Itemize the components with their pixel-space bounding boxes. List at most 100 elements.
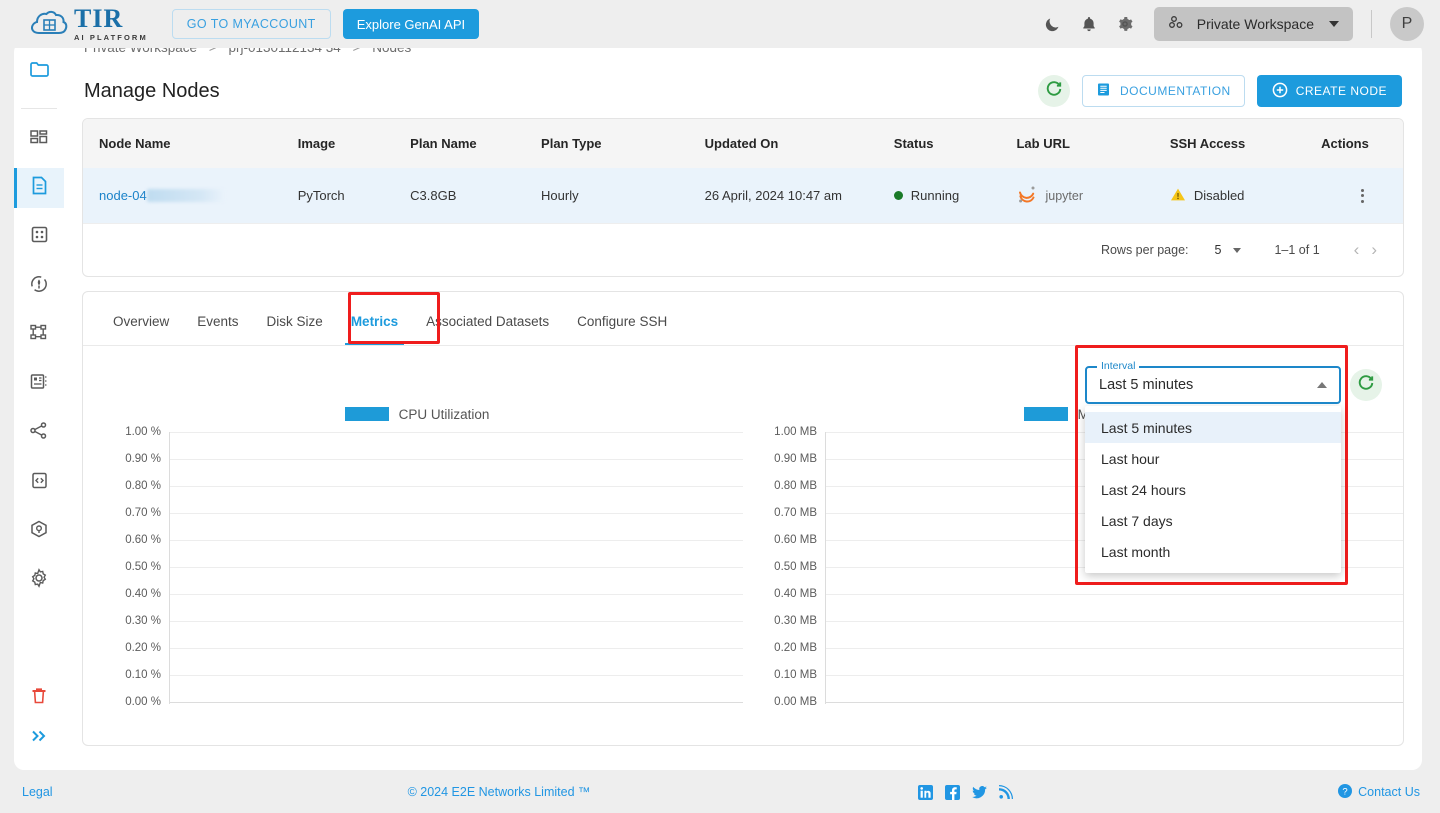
facebook-icon[interactable] xyxy=(944,784,960,800)
logo-title: TIR xyxy=(74,4,124,34)
row-actions-menu-button[interactable] xyxy=(1321,188,1403,203)
settings-gear-icon xyxy=(29,567,49,593)
sidebar-item-grid-box[interactable] xyxy=(14,217,64,257)
linkedin-icon[interactable] xyxy=(917,784,933,800)
sidebar-item-folder[interactable] xyxy=(14,52,64,92)
interval-option-last-7-days[interactable]: Last 7 days xyxy=(1085,505,1341,536)
refresh-icon xyxy=(1357,374,1375,397)
contact-us-link[interactable]: ? Contact Us xyxy=(1338,783,1420,801)
chevron-down-icon xyxy=(1233,247,1242,253)
refresh-metrics-button[interactable] xyxy=(1350,369,1382,401)
create-node-button[interactable]: CREATE NODE xyxy=(1256,75,1402,107)
double-chevron-right-icon xyxy=(29,728,49,749)
tab-configure-ssh[interactable]: Configure SSH xyxy=(563,314,681,345)
interval-options-menu: Last 5 minutes Last hour Last 24 hours L… xyxy=(1085,406,1341,573)
workspace-name: Private Workspace xyxy=(1196,16,1314,32)
copyright-text: © 2024 E2E Networks Limited ™ xyxy=(407,785,591,799)
rows-per-page-label: Rows per page: xyxy=(1100,243,1189,257)
page-title: Manage Nodes xyxy=(84,79,220,102)
status-badge: Running xyxy=(910,188,960,203)
interval-field-label: Interval xyxy=(1097,360,1140,372)
memory-ytick: 0.90 MB xyxy=(774,453,817,465)
left-sidebar xyxy=(14,42,64,770)
go-to-myaccount-button[interactable]: GO TO MYACCOUNT xyxy=(171,9,331,39)
memory-ytick: 0.20 MB xyxy=(774,642,817,654)
chevron-down-icon xyxy=(1329,21,1339,27)
workspace-selector[interactable]: Private Workspace xyxy=(1153,7,1353,41)
refresh-table-button[interactable] xyxy=(1037,75,1070,107)
cell-lab-url: jupyter xyxy=(1016,168,1169,223)
explore-genai-api-button[interactable]: Explore GenAI API xyxy=(342,9,480,39)
dashboard-icon xyxy=(29,128,49,151)
cpu-ytick: 0.40 % xyxy=(125,588,161,600)
create-node-label: CREATE NODE xyxy=(1295,84,1387,98)
memory-ytick: 0.40 MB xyxy=(774,588,817,600)
sidebar-item-dashboard[interactable] xyxy=(14,119,64,159)
sidebar-expand-toggle[interactable] xyxy=(14,718,64,758)
sidebar-item-rocket[interactable] xyxy=(14,266,64,306)
interval-option-last-month[interactable]: Last month xyxy=(1085,536,1341,567)
interval-option-last-hour[interactable]: Last hour xyxy=(1085,443,1341,474)
sidebar-item-sitemap[interactable] xyxy=(14,315,64,355)
memory-ytick: 0.70 MB xyxy=(774,507,817,519)
workspace-group-icon xyxy=(1168,15,1188,34)
cpu-utilization-chart: CPU Utilization 1.00 % 0.90 % 0.80 % 0.7… xyxy=(83,404,743,708)
tab-metrics[interactable]: Metrics xyxy=(337,314,412,345)
tab-associated-datasets[interactable]: Associated Datasets xyxy=(412,314,563,345)
jupyter-label[interactable]: jupyter xyxy=(1045,189,1083,203)
avatar[interactable]: P xyxy=(1390,7,1424,41)
cpu-plot-area xyxy=(169,432,743,704)
pagination-range: 1–1 of 1 xyxy=(1274,243,1320,257)
sidebar-item-server-rack[interactable] xyxy=(14,364,64,404)
cpu-chart-legend: CPU Utilization xyxy=(91,404,743,424)
rss-icon[interactable] xyxy=(998,785,1013,799)
document-icon xyxy=(30,175,49,201)
documentation-icon xyxy=(1096,82,1111,100)
code-clipboard-icon xyxy=(30,470,49,495)
trash-icon xyxy=(30,686,48,711)
sidebar-item-package-cube[interactable] xyxy=(14,511,64,551)
interval-option-last-5-minutes[interactable]: Last 5 minutes xyxy=(1085,412,1341,443)
column-header-status: Status xyxy=(893,136,934,151)
jupyter-icon xyxy=(1016,184,1038,207)
moon-icon[interactable] xyxy=(1042,13,1064,35)
sidebar-item-nodes[interactable] xyxy=(14,168,64,208)
rows-per-page-select[interactable]: 5 xyxy=(1215,243,1242,257)
column-header-ssh-access: SSH Access xyxy=(1169,136,1246,151)
sidebar-item-share-network[interactable] xyxy=(14,413,64,453)
sidebar-item-trash[interactable] xyxy=(14,678,64,718)
cpu-ytick: 0.30 % xyxy=(125,615,161,627)
chevron-up-icon xyxy=(1317,382,1327,388)
twitter-icon[interactable] xyxy=(971,785,987,799)
cell-image: PyTorch xyxy=(297,188,345,203)
warning-triangle-icon xyxy=(1170,187,1186,205)
next-page-button[interactable]: › xyxy=(1365,240,1383,260)
refresh-icon xyxy=(1045,80,1063,103)
bell-icon[interactable] xyxy=(1078,13,1100,35)
sidebar-item-settings[interactable] xyxy=(14,560,64,600)
memory-ytick: 0.30 MB xyxy=(774,615,817,627)
interval-select[interactable]: Interval Last 5 minutes xyxy=(1085,360,1341,404)
gear-icon[interactable] xyxy=(1114,13,1136,35)
cpu-ytick: 0.00 % xyxy=(125,696,161,708)
cpu-ytick: 0.50 % xyxy=(125,561,161,573)
interval-option-last-24-hours[interactable]: Last 24 hours xyxy=(1085,474,1341,505)
package-cube-icon xyxy=(29,519,49,544)
node-name-link[interactable]: node-04 xyxy=(99,188,147,203)
tab-disk-size[interactable]: Disk Size xyxy=(253,314,337,345)
cell-node-name: node-04 xyxy=(83,168,298,223)
table-row[interactable]: node-04 PyTorch C3.8GB Hourly 26 April, … xyxy=(83,168,1403,223)
documentation-label: DOCUMENTATION xyxy=(1119,84,1231,98)
cell-plan-type: Hourly xyxy=(541,188,579,203)
cpu-ytick: 0.20 % xyxy=(125,642,161,654)
contact-us-label: Contact Us xyxy=(1358,785,1420,799)
legend-swatch xyxy=(344,407,389,421)
previous-page-button[interactable]: ‹ xyxy=(1348,240,1366,260)
sidebar-item-code-clipboard[interactable] xyxy=(14,462,64,502)
legal-link[interactable]: Legal xyxy=(22,785,53,799)
rows-per-page-value: 5 xyxy=(1214,243,1222,257)
tab-events[interactable]: Events xyxy=(183,314,252,345)
tab-overview[interactable]: Overview xyxy=(99,314,183,345)
cpu-ytick: 0.90 % xyxy=(125,453,161,465)
documentation-button[interactable]: DOCUMENTATION xyxy=(1081,75,1245,107)
